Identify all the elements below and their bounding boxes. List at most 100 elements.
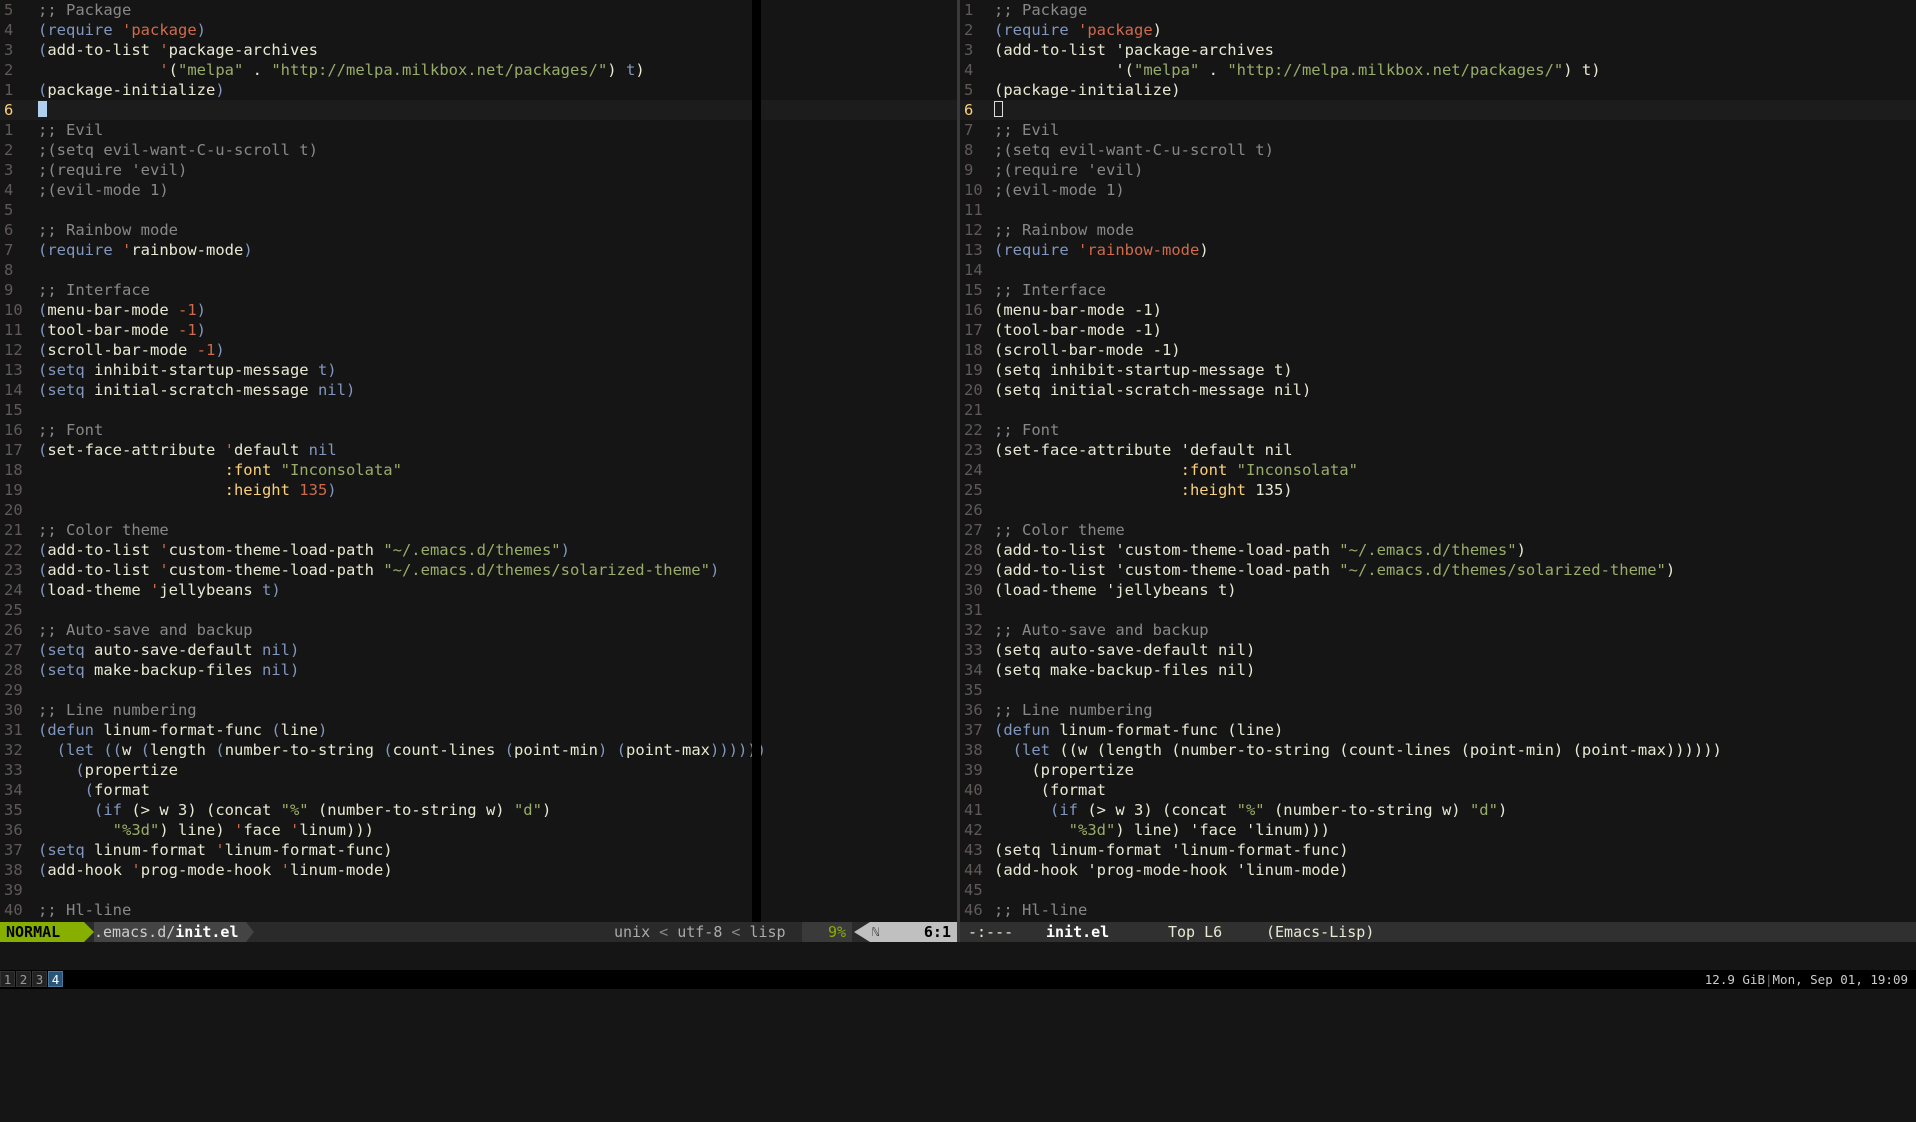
code-line[interactable]: 22 (add-to-list 'custom-theme-load-path "… (0, 540, 957, 560)
code-line[interactable]: 6 ;; Rainbow mode (0, 220, 957, 240)
code-line[interactable]: 5 ;; Package (0, 0, 957, 20)
code-line[interactable]: 44 (add-hook 'prog-mode-hook 'linum-mode) (960, 860, 1916, 880)
code-line[interactable]: 14 (setq initial-scratch-message nil) (0, 380, 957, 400)
code-line[interactable]: 4 ;(evil-mode 1) (0, 180, 957, 200)
code-line[interactable]: 14 (960, 260, 1916, 280)
code-line[interactable]: 41 (if (> w 3) (concat "%" (number-to-st… (960, 800, 1916, 820)
code-line[interactable]: 2 ;(setq evil-want-C-u-scroll t) (0, 140, 957, 160)
code-line[interactable]: 25 :height 135) (960, 480, 1916, 500)
workspace-2-button[interactable]: 2 (16, 971, 31, 987)
code-line[interactable]: 11 (960, 200, 1916, 220)
code-line[interactable]: 39 (0, 880, 957, 900)
code-line[interactable]: 38 (add-hook 'prog-mode-hook 'linum-mode) (0, 860, 957, 880)
code-line[interactable]: 37 (defun linum-format-func (line) (960, 720, 1916, 740)
code-line[interactable]: 27 ;; Color theme (960, 520, 1916, 540)
code-line[interactable]: 9 ;(require 'evil) (960, 160, 1916, 180)
workspace-3-button[interactable]: 3 (32, 971, 47, 987)
code-line[interactable]: 4 (require 'package) (0, 20, 957, 40)
code-line[interactable]: 10 ;(evil-mode 1) (960, 180, 1916, 200)
code-line[interactable]: 34 (format (0, 780, 957, 800)
code-line[interactable]: 2 '("melpa" . "http://melpa.milkbox.net/… (0, 60, 957, 80)
code-line[interactable]: 25 (0, 600, 957, 620)
code-line[interactable]: 22 ;; Font (960, 420, 1916, 440)
echo-area[interactable] (0, 942, 1916, 970)
code-line[interactable]: 1 (package-initialize) (0, 80, 957, 100)
code-line[interactable]: 13 (require 'rainbow-mode) (960, 240, 1916, 260)
code-line[interactable]: 31 (960, 600, 1916, 620)
code-line[interactable]: 16 (menu-bar-mode -1) (960, 300, 1916, 320)
code-line[interactable]: 29 (0, 680, 957, 700)
code-line[interactable]: 46 ;; Hl-line (960, 900, 1916, 920)
code-line[interactable]: 20 (0, 500, 957, 520)
code-line[interactable]: 45 (960, 880, 1916, 900)
code-line[interactable]: 36 "%3d") line) 'face 'linum))) (0, 820, 957, 840)
code-line[interactable]: 40 ;; Hl-line (0, 900, 957, 920)
code-line[interactable]: 23 (set-face-attribute 'default nil (960, 440, 1916, 460)
code-line[interactable]: 4 '("melpa" . "http://melpa.milkbox.net/… (960, 60, 1916, 80)
code-line[interactable]: 2 (require 'package) (960, 20, 1916, 40)
code-line[interactable]: 21 (960, 400, 1916, 420)
right-editor-pane[interactable]: 1 ;; Package 2 (require 'package) 3 (add-to-l… (960, 0, 1916, 952)
code-line[interactable]: 30 ;; Line numbering (0, 700, 957, 720)
code-line[interactable]: 17 (tool-bar-mode -1) (960, 320, 1916, 340)
workspace-1-button[interactable]: 1 (0, 971, 15, 987)
code-line[interactable]: 29 (add-to-list 'custom-theme-load-path "… (960, 560, 1916, 580)
code-line[interactable]: 33 (setq auto-save-default nil) (960, 640, 1916, 660)
code-line[interactable]: 19 :height 135) (0, 480, 957, 500)
code-line[interactable]: 31 (defun linum-format-func (line) (0, 720, 957, 740)
code-line[interactable]: 18 (scroll-bar-mode -1) (960, 340, 1916, 360)
code-line[interactable]: 23 (add-to-list 'custom-theme-load-path "… (0, 560, 957, 580)
code-line[interactable]: 30 (load-theme 'jellybeans t) (960, 580, 1916, 600)
code-line[interactable]: 35 (960, 680, 1916, 700)
code-line[interactable]: 10 (menu-bar-mode -1) (0, 300, 957, 320)
code-line[interactable]: 37 (setq linum-format 'linum-format-func) (0, 840, 957, 860)
code-line[interactable]: 7 (require 'rainbow-mode) (0, 240, 957, 260)
code-line[interactable]: 8 ;(setq evil-want-C-u-scroll t) (960, 140, 1916, 160)
workspace-4-button[interactable]: 4 (48, 971, 63, 987)
code-line[interactable]: 5 (package-initialize) (960, 80, 1916, 100)
code-line[interactable]: 17 (set-face-attribute 'default nil (0, 440, 957, 460)
code-line[interactable]: 1 ;; Evil (0, 120, 957, 140)
code-line[interactable]: 24 :font "Inconsolata" (960, 460, 1916, 480)
code-line[interactable]: 3 ;(require 'evil) (0, 160, 957, 180)
code-line[interactable]: 43 (setq linum-format 'linum-format-func) (960, 840, 1916, 860)
code-line[interactable]: 26 ;; Auto-save and backup (0, 620, 957, 640)
code-line[interactable]: 12 (scroll-bar-mode -1) (0, 340, 957, 360)
code-line[interactable]: 28 (add-to-list 'custom-theme-load-path "… (960, 540, 1916, 560)
code-line[interactable]: 13 (setq inhibit-startup-message t) (0, 360, 957, 380)
code-line[interactable]: 9 ;; Interface (0, 280, 957, 300)
code-line[interactable]: 20 (setq initial-scratch-message nil) (960, 380, 1916, 400)
code-line[interactable]: 6 (0, 100, 957, 120)
code-line[interactable]: 21 ;; Color theme (0, 520, 957, 540)
left-code-lines[interactable]: 5;; Package 4 (require 'package) 3 (add-to-l… (0, 0, 957, 920)
code-line[interactable]: 5 (0, 200, 957, 220)
code-line[interactable]: 12 ;; Rainbow mode (960, 220, 1916, 240)
code-line[interactable]: 33 (propertize (0, 760, 957, 780)
code-line[interactable]: 8 (0, 260, 957, 280)
left-editor-pane[interactable]: 5;; Package 4 (require 'package) 3 (add-to-l… (0, 0, 957, 952)
code-line[interactable]: 36 ;; Line numbering (960, 700, 1916, 720)
right-code-lines[interactable]: 1 ;; Package 2 (require 'package) 3 (add-to-l… (960, 0, 1916, 920)
code-line[interactable]: 3 (add-to-list 'package-archives (0, 40, 957, 60)
code-line[interactable]: 19 (setq inhibit-startup-message t) (960, 360, 1916, 380)
code-line[interactable]: 15 ;; Interface (960, 280, 1916, 300)
code-line[interactable]: 35 (if (> w 3) (concat "%" (number-to-st… (0, 800, 957, 820)
code-line[interactable]: 42 "%3d") line) 'face 'linum))) (960, 820, 1916, 840)
code-line[interactable]: 40 (format (960, 780, 1916, 800)
code-line[interactable]: 39 (propertize (960, 760, 1916, 780)
code-line[interactable]: 15 (0, 400, 957, 420)
code-line[interactable]: 18 :font "Inconsolata" (0, 460, 957, 480)
code-line[interactable]: 32 (let ((w (length (number-to-string (c… (0, 740, 957, 760)
code-line[interactable]: 16 ;; Font (0, 420, 957, 440)
code-line[interactable]: 38 (let ((w (length (number-to-string (c… (960, 740, 1916, 760)
code-line[interactable]: 1 ;; Package (960, 0, 1916, 20)
code-line[interactable]: 6 (960, 100, 1916, 120)
code-line[interactable]: 34 (setq make-backup-files nil) (960, 660, 1916, 680)
code-line[interactable]: 24 (load-theme 'jellybeans t) (0, 580, 957, 600)
code-line[interactable]: 3 (add-to-list 'package-archives (960, 40, 1916, 60)
code-line[interactable]: 7 ;; Evil (960, 120, 1916, 140)
code-line[interactable]: 28 (setq make-backup-files nil) (0, 660, 957, 680)
code-line[interactable]: 26 (960, 500, 1916, 520)
code-line[interactable]: 27 (setq auto-save-default nil) (0, 640, 957, 660)
code-line[interactable]: 32 ;; Auto-save and backup (960, 620, 1916, 640)
